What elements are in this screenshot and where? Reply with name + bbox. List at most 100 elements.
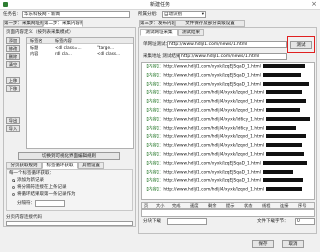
output-line-url: http://www.hdljl1.com/hdljl4/xyxk/ld6cy_…	[163, 126, 265, 132]
tag-extra-cell: "targe...	[97, 45, 115, 50]
output-line: 【内容】：http://www.hdljl1.com/hdljl4/xyxk/l…	[144, 134, 307, 141]
visual-editor-toggle[interactable]: 切换到可视化界面编辑规则	[18, 152, 120, 160]
output-line-url: http://www.hdljl1.com/xyxk/lzqEJSqaD_1.h…	[163, 73, 261, 79]
output-line: 【内容】：http://www.hdljl1.com/hdljl4/xyxk/l…	[144, 143, 303, 150]
bytes-field[interactable]: 0	[295, 218, 315, 225]
radio-first-record[interactable]	[12, 193, 15, 196]
task-name-field[interactable]: 华东科技网 - 新闻	[22, 11, 130, 18]
output-line: 【内容】：http://www.hdljl1.com/hdljl4/xyxk/l…	[144, 116, 311, 124]
redaction-bar	[262, 160, 307, 165]
tag-grid[interactable]: 标签名 标签内容 标题 <dl class=... "targe... 内容 r…	[26, 37, 134, 149]
output-lines: 【内容】：http://www.hdljl1.com/xyxk/lzqEJSqa…	[142, 64, 314, 199]
import-button[interactable]: 导入	[6, 125, 20, 132]
output-line-url: http://www.hdljl1.com/hdljl4/xyxk/lzqxd_…	[163, 108, 265, 114]
redaction-bar	[262, 178, 303, 183]
output-line: 【内容】：http://www.hdljl1.com/hdljl4/xyxk/l…	[144, 99, 307, 106]
highlight-box	[287, 36, 315, 53]
output-line-tag: 【内容】：	[144, 152, 164, 158]
output-line-tag: 【内容】：	[144, 143, 164, 149]
output-line-tag: 【内容】：	[144, 117, 164, 123]
separator-label: 分隔符：	[17, 201, 35, 206]
page-join-code-field[interactable]	[6, 221, 133, 226]
move-up-button[interactable]: 上移	[6, 77, 20, 84]
move-down-button[interactable]: 下移	[6, 85, 20, 92]
clear-button[interactable]: 清空	[6, 61, 20, 68]
group-select-value: 自动识别	[164, 12, 182, 17]
export-button[interactable]: 导出	[6, 117, 20, 124]
side-button-column: 添加 修改 删除 清空 上移 下移 导出 导入	[6, 37, 24, 149]
output-line-tag: 【内容】：	[144, 161, 164, 167]
output-line-url: http://www.hdljl1.com/hdljl4/xyxk/ld6cy_…	[163, 117, 265, 123]
output-line: 【内容】：http://www.hdljl1.com/xyxk/lzqEJSqa…	[144, 81, 309, 89]
redaction-bar	[262, 72, 301, 77]
output-line-url: http://www.hdljl1.com/hdljl4/xyxk/lzqxd_…	[163, 134, 265, 140]
tag-content-cell: rdl cla...	[55, 51, 72, 56]
output-line: 【内容】：http://www.hdljl1.com/hdljl4/xyxk/l…	[144, 108, 301, 115]
group-label: 所属分组:	[138, 12, 158, 17]
output-line: 【内容】：http://www.hdljl1.com/xyxk/lzqEJSqa…	[144, 72, 301, 80]
redaction-bar	[262, 64, 305, 68]
tab-step3[interactable]: 第三步：发布内容设置	[139, 20, 175, 27]
radio-new-record[interactable]	[12, 179, 15, 182]
output-line-tag: 【内容】：	[144, 64, 164, 70]
add-button[interactable]: 添加	[6, 37, 20, 44]
close-icon[interactable]: ×	[311, 0, 317, 9]
download-table-header: 页 大小 完成 速度 剩余 提示 状态 线程 连接 序号	[141, 202, 315, 209]
tab-tag-loop[interactable]: 标签循环获取	[42, 162, 78, 169]
radio-first-record-label: 将循环结果取第一条记录作为	[17, 191, 76, 197]
redaction-bar	[262, 81, 309, 86]
output-line-url: http://www.hdljl1.com/xyxk/lzqEJSqaD_1.h…	[163, 170, 261, 176]
output-line-tag: 【内容】：	[144, 82, 164, 88]
output-line-url: http://www.hdljl1.com/xyxk/lzqEJSqaD_1.h…	[163, 82, 261, 88]
delete-button[interactable]: 删除	[6, 53, 20, 60]
output-line-tag: 【内容】：	[144, 73, 164, 79]
tag-extra-cell: <dl class...	[97, 51, 121, 56]
result-url-field[interactable]: http://www.hdljl1.com/news/1.html	[179, 53, 287, 60]
tag-content-cell: <dl class=...	[55, 45, 82, 50]
single-url-label: 单网址测试：	[143, 42, 167, 47]
output-line: 【内容】：http://www.hdljl1.com/xyxk/lzqEJSqa…	[144, 178, 303, 185]
tab-test-url[interactable]: 测试网址采集	[140, 29, 178, 36]
tab-test-result[interactable]: 测试结果	[178, 29, 204, 36]
tab-pagination-rules[interactable]: 分页获取规则	[6, 162, 42, 169]
cancel-button[interactable]: 取消	[282, 240, 304, 248]
single-url-field[interactable]: http://www.hdljl1.com/news/1.html	[167, 41, 287, 48]
redaction-bar	[266, 90, 303, 95]
tag-name-cell: 标题	[30, 45, 39, 50]
output-line-url: http://www.hdljl1.com/xyxk/lzqEJSqaD_1.h…	[163, 178, 261, 184]
radio-join-previous[interactable]	[12, 186, 15, 189]
new-task-window: 新建任务 × 任务名: 华东科技网 - 新闻 所属分组: 自动识别 ▾ 第一步：…	[0, 0, 320, 252]
output-line-tag: 【内容】：	[144, 187, 164, 193]
redaction-bar	[266, 134, 307, 139]
loop-settings-box: 每一个标签循环获取： 添加为新记录 将分隔符连接在上条记录 将循环结果取第一条记…	[6, 169, 133, 211]
redaction-bar	[266, 143, 303, 148]
tab-step4[interactable]: 文件保存及部分高级设置	[175, 20, 245, 27]
output-line: 【内容】：http://www.hdljl1.com/hdljl4/xyxk/l…	[144, 90, 303, 97]
save-button[interactable]: 保存	[252, 240, 274, 248]
download-table-body[interactable]	[141, 209, 315, 217]
right-panel: 测试网址采集 测试结果 单网址测试： http://www.hdljl1.com…	[138, 27, 317, 234]
tab-other-settings[interactable]: 其他设置	[78, 162, 104, 169]
output-line-url: http://www.hdljl1.com/hdljl4/xyxk/lzqxd_…	[163, 99, 265, 105]
radio-new-record-label: 添加为新记录	[17, 177, 44, 183]
block-download-field[interactable]	[167, 218, 207, 225]
output-line-url: http://www.hdljl1.com/hdljl4/xyxk/lzqxd_…	[163, 187, 265, 193]
separator-field[interactable]	[35, 200, 65, 207]
output-line-tag: 【内容】：	[144, 178, 164, 184]
tab-step1[interactable]: 第一步：采集网址规则	[3, 20, 43, 27]
redaction-bar	[266, 99, 307, 104]
tag-content-header: 标签内容	[55, 38, 72, 43]
left-panel: 页面内容定义（按列表采集模式） 添加 修改 删除 清空 上移 下移 导出 导入 …	[3, 27, 136, 227]
redaction-bar	[266, 187, 303, 192]
edit-button[interactable]: 修改	[6, 45, 20, 52]
output-line-url: http://www.hdljl1.com/xyxk/lzqEJSqaD_1.h…	[163, 64, 261, 70]
tag-grid-header: 标签名 标签内容	[27, 38, 133, 44]
output-line-url: http://www.hdljl1.com/hdljl4/xyxk/lzqxd_…	[163, 90, 265, 96]
page-join-code-label: 分页内容连接代码	[6, 215, 42, 220]
tab-step2[interactable]: 第二步：采集内容规则	[43, 20, 83, 27]
redaction-bar	[266, 125, 297, 130]
output-line-url: http://www.hdljl1.com/xyxk/lzqEJSqaD_1.h…	[163, 161, 261, 167]
test-output-panel[interactable]: 【内容】：http://www.hdljl1.com/xyxk/lzqEJSqa…	[141, 62, 315, 200]
output-line: 【内容】：http://www.hdljl1.com/xyxk/lzqEJSqa…	[144, 160, 307, 168]
group-select[interactable]: 自动识别 ▾	[162, 11, 206, 18]
